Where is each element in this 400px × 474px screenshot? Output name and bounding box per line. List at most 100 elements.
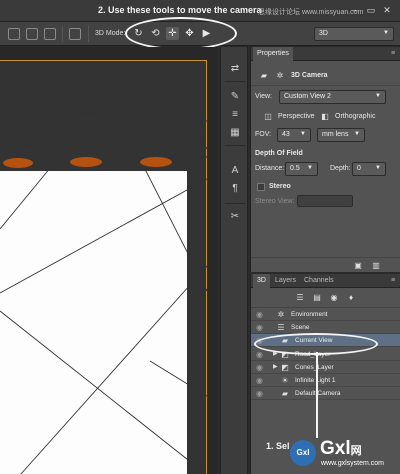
chevron-down-icon: ▼ (307, 165, 313, 171)
align-center-icon[interactable] (26, 28, 38, 40)
logo-text: Gxl网 (320, 438, 362, 459)
properties-tab-bar: Properties ≡ (251, 47, 400, 61)
filter-scene-icon[interactable]: ☰ (295, 293, 305, 302)
restore-button[interactable]: ▭ (364, 5, 378, 16)
panel-divider (251, 257, 400, 258)
distance-value: 0.5 (290, 165, 300, 172)
visibility-eye-icon[interactable]: ◉ (255, 389, 264, 398)
mesh-icon: ◩ (281, 362, 289, 372)
workspace-dropdown[interactable]: 3D ▼ (314, 27, 394, 41)
character-icon[interactable]: A (229, 165, 241, 177)
history-icon[interactable]: ⇄ (229, 63, 241, 75)
annotation-arrow-line (316, 352, 318, 438)
filter-material-icon[interactable]: ◉ (329, 293, 339, 302)
depth-input[interactable]: 0 ▼ (352, 162, 386, 176)
light-icon: ☀ (281, 376, 289, 385)
stereo-label: Stereo (269, 183, 291, 190)
3d-tab-bar: 3D Layers Channels ≡ (251, 274, 400, 288)
layer-row[interactable]: ◉ ▶ ◩ Cones_Layer (251, 361, 400, 374)
logo-url: www.gxlsystem.com (321, 460, 385, 467)
panel-menu-icon[interactable]: ≡ (387, 274, 399, 288)
layer-name: Environment (291, 311, 328, 318)
chevron-down-icon: ▼ (383, 30, 389, 36)
tutorial-caption: 2. Use these tools to move the camera (98, 5, 262, 15)
fov-unit-dropdown[interactable]: mm lens ▼ (317, 128, 365, 142)
align-right-icon[interactable] (44, 28, 56, 40)
visibility-eye-icon[interactable]: ◉ (255, 363, 264, 372)
tools-icon[interactable]: ✂ (229, 211, 241, 223)
layer-name: Scene (291, 324, 310, 332)
visibility-eye-icon[interactable]: ◉ (255, 323, 264, 332)
stereo-view-label: Stereo View: (255, 198, 295, 205)
tutorial-step-label: 1. Sel (266, 441, 290, 451)
fov-unit-value: mm lens (322, 131, 349, 138)
3d-mode-label: 3D Mode: (95, 30, 126, 37)
tool-separator (225, 203, 245, 204)
orthographic-option[interactable]: Orthographic (335, 113, 375, 120)
panel-title: 3D Camera (291, 72, 328, 79)
panel-tool-column: ⇄ ✎ ≡ ▦ A ¶ ✂ (220, 47, 248, 474)
visibility-eye-icon[interactable]: ◉ (255, 310, 264, 319)
camera-icon: ▰ (281, 389, 289, 399)
cone-marker (3, 158, 33, 168)
distance-label: Distance: (255, 165, 285, 172)
layer-row[interactable]: ◉ ☀ Infinite Light 1 (251, 374, 400, 387)
filter-light-icon[interactable]: ♦ (346, 293, 356, 302)
render-icon[interactable]: ▣ (353, 261, 363, 270)
tab-properties[interactable]: Properties (253, 47, 293, 61)
panel-menu-icon[interactable]: ≡ (387, 47, 399, 61)
coordinates-icon[interactable]: ✲ (275, 71, 285, 80)
site-logo: Gxl Gxl网 www.gxlsystem.com (288, 430, 396, 472)
fov-value: 43 (282, 131, 290, 138)
cone-marker (70, 157, 102, 167)
chevron-down-icon: ▼ (375, 93, 381, 99)
chevron-down-icon: ▼ (375, 165, 381, 171)
tab-3d[interactable]: 3D (253, 274, 270, 288)
close-button[interactable]: ✕ (380, 5, 394, 16)
expand-triangle-icon[interactable]: ▶ (273, 363, 278, 370)
visibility-eye-icon[interactable]: ◉ (255, 376, 264, 385)
document-canvas[interactable] (0, 60, 207, 474)
minimize-button[interactable]: – (348, 5, 362, 16)
perspective-option[interactable]: Perspective (278, 113, 315, 120)
panel-divider (251, 85, 400, 86)
brush-icon[interactable]: ✎ (229, 91, 241, 103)
tool-separator (225, 81, 245, 82)
fov-input[interactable]: 43 ▼ (277, 128, 311, 142)
visibility-eye-icon[interactable]: ◉ (255, 350, 264, 359)
distribute-icon[interactable] (69, 28, 81, 40)
canvas-area[interactable] (0, 47, 217, 474)
stereo-checkbox[interactable] (257, 183, 265, 191)
options-separator (62, 26, 63, 42)
paragraph-icon[interactable]: ¶ (229, 183, 241, 195)
workspace-value: 3D (319, 30, 328, 37)
stereo-view-dropdown[interactable] (297, 195, 353, 207)
orthographic-icon[interactable]: ◧ (320, 112, 330, 121)
annotation-oval-tools (125, 17, 237, 50)
perspective-grid (0, 61, 207, 474)
chevron-down-icon: ▼ (300, 131, 306, 137)
styles-icon[interactable]: ▦ (229, 127, 241, 139)
view-value: Custom View 2 (284, 93, 331, 100)
fov-label: FOV: (255, 131, 272, 138)
layer-row[interactable]: ◉ ▰ Default Camera (251, 387, 400, 401)
tool-separator (225, 145, 245, 146)
filter-mesh-icon[interactable]: ▤ (312, 293, 322, 302)
cone-marker (140, 157, 172, 167)
align-left-icon[interactable] (8, 28, 20, 40)
view-dropdown[interactable]: Custom View 2 ▼ (279, 90, 386, 104)
dof-header: Depth Of Field (255, 150, 303, 157)
environment-icon: ✲ (277, 310, 285, 319)
logo-badge: Gxl (290, 440, 316, 466)
distance-input[interactable]: 0.5 ▼ (285, 162, 318, 176)
adjustments-icon[interactable]: ≡ (229, 109, 241, 121)
layer-row[interactable]: ◉ ✲ Environment (251, 308, 400, 321)
trash-icon[interactable]: ▥ (371, 261, 381, 270)
tab-layers[interactable]: Layers (271, 274, 300, 288)
scene-icon: ☰ (277, 323, 285, 333)
properties-panel: Properties ≡ ▰ ✲ 3D Camera View: Custom … (250, 47, 400, 272)
perspective-icon[interactable]: ◫ (263, 112, 273, 121)
tab-channels[interactable]: Channels (300, 274, 338, 288)
view-label: View: (255, 93, 272, 100)
chevron-down-icon: ▼ (354, 131, 360, 137)
